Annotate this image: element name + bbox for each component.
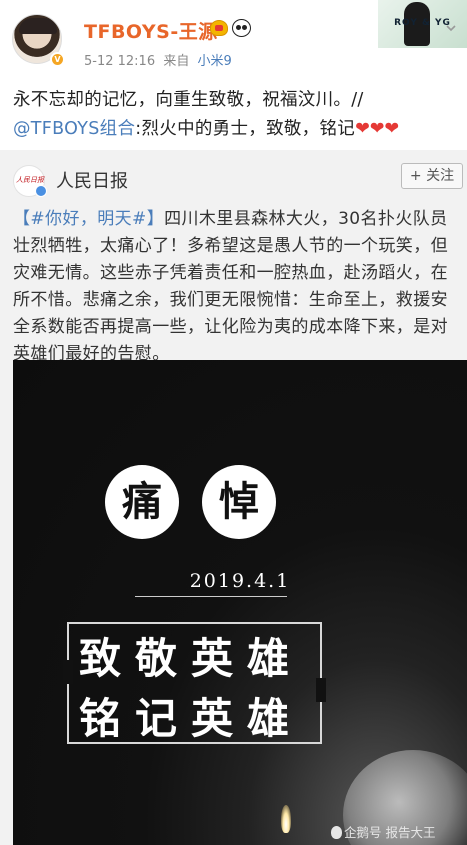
date-underline (135, 596, 287, 597)
hashtag-link[interactable]: 【#你好，明天#】 (13, 209, 164, 229)
post-line-1: 永不忘却的记忆，向重生致敬，祝福汶川。// (13, 90, 364, 110)
tribute-line-2: 铭记英雄 (79, 694, 304, 743)
tribute-line-1: 致敬英雄 (79, 634, 304, 683)
circle-char-1: 痛 (105, 465, 179, 539)
circle-char-2: 悼 (202, 465, 276, 539)
post-timestamp: 5-12 12:16 (84, 54, 156, 69)
watermark: 企鹅号 报告大王 (331, 822, 435, 841)
repost-image[interactable]: 痛 悼 2019.4.1 致敬英雄 铭记英雄 企鹅号 报告大王 (13, 360, 467, 845)
source-device[interactable]: 小米9 (198, 54, 232, 69)
post-header: V TFBOYS-王源 5-12 12:16 来自 小米9 ROY & YG (0, 0, 467, 78)
post-text: 永不忘却的记忆，向重生致敬，祝福汶川。// @TFBOYS组合:烈火中的勇士，致… (13, 86, 459, 144)
repost-text: 【#你好，明天#】四川木里县森林大火，30名扑火队员壮烈牺牲，太痛心了！多希望这… (13, 206, 461, 368)
frame-gap-left (63, 660, 73, 684)
username[interactable]: TFBOYS-王源 (84, 17, 218, 44)
candle-flame-icon (281, 805, 291, 833)
penguin-icon (331, 826, 342, 839)
mention-link[interactable]: @TFBOYS组合 (13, 119, 135, 139)
repost-card[interactable]: 人民日报 人民日报 + 关注 【#你好，明天#】四川木里县森林大火，30名扑火队… (0, 150, 467, 845)
follow-button[interactable]: + 关注 (401, 163, 463, 189)
source-prefix: 来自 (163, 54, 190, 69)
chevron-down-icon[interactable] (445, 22, 457, 34)
post-line-2: :烈火中的勇士，致敬，铭记 (135, 119, 356, 139)
repost-author[interactable]: 人民日报 (56, 167, 128, 193)
heart-icon: ❤❤❤ (355, 119, 400, 139)
panda-icon[interactable] (232, 19, 251, 37)
v-badge-icon: V (50, 52, 65, 67)
repost-logo-text: 人民日报 (16, 176, 44, 184)
frame-gap-right (316, 678, 326, 702)
avatar-hat (19, 18, 57, 34)
repost-body: 四川木里县森林大火，30名扑火队员壮烈牺牲，太痛心了！多希望这是愚人节的一个玩笑… (13, 209, 448, 364)
verified-icon (35, 185, 47, 197)
image-date: 2019.4.1 (189, 570, 291, 592)
post-meta: 5-12 12:16 来自 小米9 (84, 50, 232, 69)
crown-icon[interactable] (210, 20, 228, 36)
watermark-text: 企鹅号 报告大王 (344, 825, 436, 840)
